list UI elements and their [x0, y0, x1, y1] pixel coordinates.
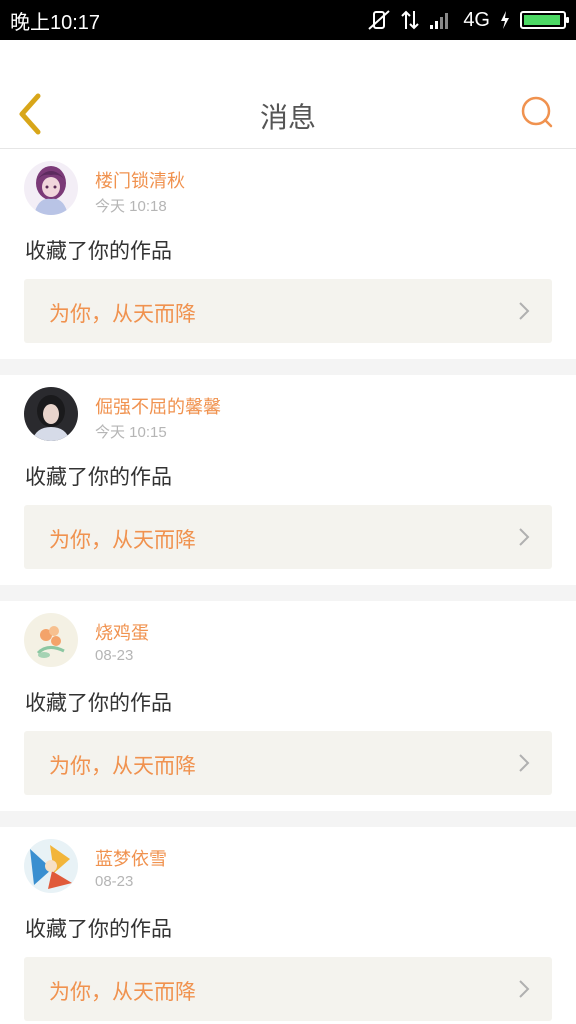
signal-icon	[429, 10, 453, 30]
work-card[interactable]: 为你，从天而降	[24, 279, 552, 343]
photo-avatar	[24, 387, 78, 441]
search-icon	[521, 96, 553, 128]
vibrate-off-icon	[367, 9, 391, 31]
message-item: 倔强不屈的馨馨 今天 10:15 收藏了你的作品 为你，从天而降	[0, 375, 576, 585]
page-title: 消息	[259, 101, 316, 134]
flower-avatar	[24, 613, 78, 667]
message-time: 今天 10:15	[95, 424, 167, 441]
network-type: 4G	[463, 8, 490, 31]
message-action: 收藏了你的作品	[25, 465, 172, 489]
colorful-art-avatar	[24, 839, 78, 893]
search-button[interactable]	[520, 95, 556, 131]
avatar[interactable]	[24, 613, 78, 667]
message-list: 楼门锁清秋 今天 10:18 收藏了你的作品 为你，从天而降 倔强不屈的馨馨 今…	[0, 149, 576, 1024]
avatar[interactable]	[24, 387, 78, 441]
work-title: 为你，从天而降	[49, 302, 196, 326]
message-username[interactable]: 倔强不屈的馨馨	[95, 393, 221, 419]
message-time: 08-23	[95, 873, 134, 890]
work-title: 为你，从天而降	[49, 980, 196, 1004]
message-action: 收藏了你的作品	[25, 917, 172, 941]
message-username[interactable]: 楼门锁清秋	[95, 167, 185, 193]
avatar[interactable]	[24, 161, 78, 215]
work-title: 为你，从天而降	[49, 754, 196, 778]
chevron-right-icon	[519, 528, 530, 546]
message-username[interactable]: 烧鸡蛋	[95, 619, 149, 645]
message-item: 蓝梦依雪 08-23 收藏了你的作品 为你，从天而降	[0, 827, 576, 1024]
message-item: 楼门锁清秋 今天 10:18 收藏了你的作品 为你，从天而降	[0, 149, 576, 359]
message-username[interactable]: 蓝梦依雪	[95, 845, 167, 871]
message-item: 烧鸡蛋 08-23 收藏了你的作品 为你，从天而降	[0, 601, 576, 811]
message-action: 收藏了你的作品	[25, 691, 172, 715]
message-time: 08-23	[95, 647, 134, 664]
chevron-right-icon	[519, 302, 530, 320]
nav-header: 消息	[0, 40, 576, 149]
work-title: 为你，从天而降	[49, 528, 196, 552]
purple-anime-avatar	[24, 161, 78, 215]
item-separator	[0, 811, 576, 827]
chevron-right-icon	[519, 980, 530, 998]
status-time: 晚上10:17	[10, 11, 101, 34]
work-card[interactable]: 为你，从天而降	[24, 505, 552, 569]
avatar[interactable]	[24, 839, 78, 893]
work-card[interactable]: 为你，从天而降	[24, 957, 552, 1021]
message-time: 今天 10:18	[95, 198, 167, 215]
charging-icon	[500, 11, 510, 29]
chevron-right-icon	[519, 754, 530, 772]
item-separator	[0, 359, 576, 375]
status-icons: 4G	[367, 8, 569, 32]
item-separator	[0, 585, 576, 601]
battery-level	[524, 15, 561, 25]
battery-icon	[520, 11, 569, 29]
data-arrows-icon	[401, 9, 420, 31]
work-card[interactable]: 为你，从天而降	[24, 731, 552, 795]
message-action: 收藏了你的作品	[25, 239, 172, 263]
status-bar: 晚上10:17 4G	[0, 0, 576, 40]
